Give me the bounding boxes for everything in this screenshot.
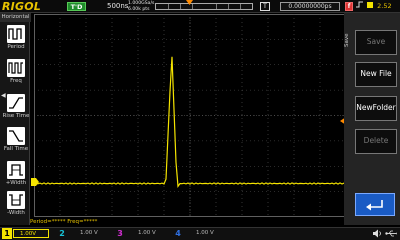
channel-3-scale[interactable]: 1.00 V (132, 229, 168, 238)
measure-item-label: Freq (10, 78, 22, 84)
measure-sidebar-title: Horizontal (0, 13, 31, 22)
memory-position-bar[interactable] (155, 3, 253, 10)
channel-2-number[interactable]: 2 (57, 228, 67, 239)
measure-item-label: Rise Time (2, 113, 30, 119)
channel-4-scale[interactable]: 1.00 V (190, 229, 226, 238)
measure-item-label: Fall Time (3, 146, 29, 152)
channel-4-number[interactable]: 4 (173, 228, 183, 239)
measure-item-fall-time[interactable]: Fall Time (3, 127, 29, 157)
run-state-badge[interactable]: T'D (67, 2, 86, 11)
sample-rate-readout: 1.000GSa/s 6.00k pts (128, 1, 154, 12)
measure-item-label: +Width (5, 180, 27, 186)
memory-tick (168, 4, 169, 9)
new-file-button[interactable]: New File (355, 62, 397, 87)
return-arrow-icon (366, 200, 383, 211)
measure-item-period[interactable]: Period (3, 25, 29, 55)
positive-width-icon (7, 161, 25, 179)
freq-icon (7, 59, 25, 77)
measure-item-freq[interactable]: Freq (3, 59, 29, 89)
graticule (34, 14, 346, 217)
measurement-status-line: Period=***** Freq=***** (30, 219, 98, 225)
measure-item-label: -Width (7, 210, 25, 216)
horizontal-delay-readout[interactable]: 0.00000000ps (280, 2, 340, 11)
memory-tick (216, 4, 217, 9)
memory-tick (180, 4, 181, 9)
channel-2-scale[interactable]: 1.00 V (74, 229, 110, 238)
brand-logo: RIGOL (2, 0, 41, 13)
trigger-mode-indicator[interactable]: T (260, 2, 270, 11)
memory-depth-value: 6.00k pts (128, 6, 150, 12)
channel-1-scale[interactable]: 1.00V (13, 229, 49, 238)
channel-1-number[interactable]: 1 (2, 228, 12, 239)
trigger-source-indicator[interactable]: f (345, 2, 353, 11)
measure-item-negative-width[interactable]: -Width (3, 191, 29, 221)
memory-tick (240, 4, 241, 9)
measure-item-label: Period (7, 44, 25, 50)
period-icon (7, 25, 25, 43)
timebase-readout[interactable]: 500ns (107, 1, 128, 12)
channel-3-number[interactable]: 3 (115, 228, 125, 239)
measure-item-rise-time[interactable]: Rise Time (3, 94, 29, 124)
waveform-display[interactable] (34, 14, 346, 217)
fall-time-icon (7, 127, 25, 145)
return-button[interactable] (355, 193, 395, 216)
trigger-position-marker-icon (186, 0, 193, 5)
save-button[interactable]: Save (355, 30, 397, 55)
negative-width-icon (7, 191, 25, 209)
measure-item-positive-width[interactable]: +Width (3, 161, 29, 191)
new-folder-button[interactable]: NewFolder (355, 96, 397, 121)
save-menu-title: Save (344, 33, 350, 47)
usb-icon (385, 230, 397, 237)
memory-tick (228, 4, 229, 9)
delete-button[interactable]: Delete (355, 129, 397, 154)
rise-time-icon (7, 94, 25, 112)
sample-rate-value: 1.000GSa/s (128, 1, 155, 6)
trigger-edge-icon (356, 1, 363, 12)
trigger-level-readout[interactable]: 2.52 V (356, 1, 396, 21)
channel-1-offset-marker-icon[interactable] (31, 178, 39, 186)
speaker-icon[interactable] (372, 229, 382, 238)
channel-1-color-dot (367, 2, 374, 8)
